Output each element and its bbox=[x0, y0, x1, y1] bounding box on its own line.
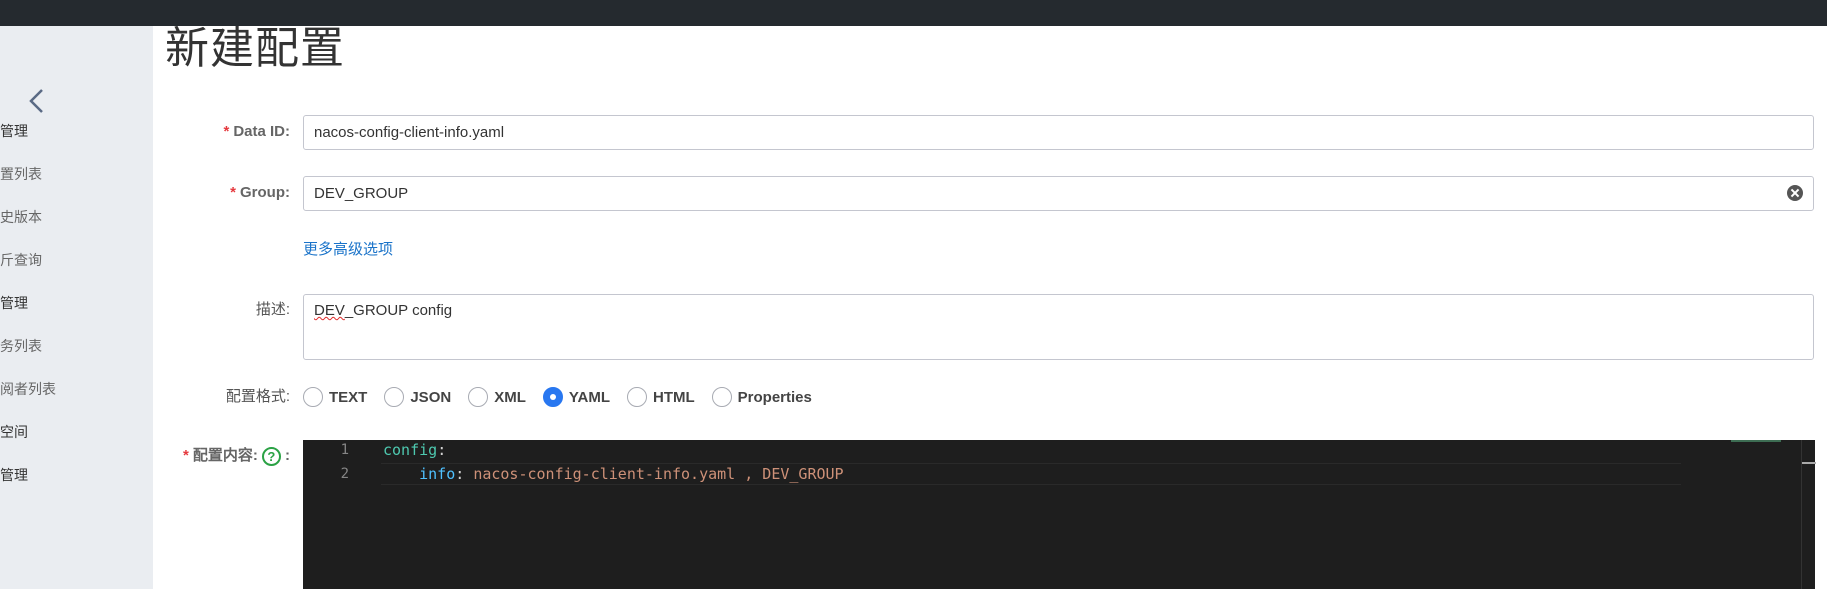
yaml-separator: : bbox=[437, 441, 447, 459]
radio-button-checked[interactable] bbox=[542, 387, 563, 407]
code-editor[interactable]: 1 2 config: info: nacos-config-client-in… bbox=[303, 440, 1816, 589]
description-value-prefix: DEV bbox=[314, 302, 345, 319]
sidebar-item-history[interactable]: 史版本 bbox=[0, 208, 42, 226]
group-label: * Group: bbox=[153, 183, 290, 203]
group-input[interactable]: DEV_GROUP bbox=[303, 176, 1814, 211]
sidebar: 管理 置列表 史版本 斤查询 管理 务列表 阅者列表 空间 管理 bbox=[0, 26, 153, 589]
yaml-key: config bbox=[383, 441, 438, 459]
line-number-gutter: 1 2 bbox=[303, 440, 378, 589]
code-line-2: info: nacos-config-client-info.yaml , DE… bbox=[383, 465, 844, 483]
format-option-text[interactable]: TEXT bbox=[303, 387, 367, 407]
data-id-value: nacos-config-client-info.yaml bbox=[314, 124, 505, 141]
data-id-input[interactable]: nacos-config-client-info.yaml bbox=[303, 115, 1814, 150]
clear-icon[interactable] bbox=[1787, 185, 1803, 201]
format-option-label: TEXT bbox=[329, 388, 368, 406]
description-textarea[interactable]: DEV_GROUP config bbox=[303, 294, 1814, 360]
content-label-colon: : bbox=[285, 447, 290, 464]
advanced-options-link[interactable]: 更多高级选项 bbox=[303, 238, 393, 259]
content-label: * 配置内容:? : bbox=[153, 446, 290, 466]
format-option-label: HTML bbox=[653, 388, 695, 406]
format-option-label: YAML bbox=[568, 388, 610, 406]
format-option-json[interactable]: JSON bbox=[384, 387, 451, 407]
sidebar-item-listener-query[interactable]: 斤查询 bbox=[0, 251, 42, 269]
format-option-html[interactable]: HTML bbox=[627, 387, 695, 407]
radio-button[interactable] bbox=[384, 387, 405, 407]
yaml-key: info bbox=[419, 465, 456, 483]
format-radio-group: TEXT JSON XML YAML HTML Properties bbox=[303, 385, 829, 409]
main-content: 新建配置 * Data ID: nacos-config-client-info.… bbox=[153, 24, 1827, 589]
sidebar-item-service-management[interactable]: 管理 bbox=[0, 294, 28, 312]
group-label-text: Group: bbox=[240, 184, 290, 201]
radio-button[interactable] bbox=[627, 387, 647, 407]
required-mark: * bbox=[182, 447, 189, 464]
sidebar-item-config-management[interactable]: 管理 bbox=[0, 122, 28, 140]
required-mark: * bbox=[230, 184, 236, 201]
data-id-label-text: Data ID: bbox=[233, 123, 290, 140]
description-label: 描述: bbox=[255, 301, 290, 318]
radio-button[interactable] bbox=[303, 387, 323, 407]
radio-button[interactable] bbox=[468, 387, 489, 407]
content-label-text: 配置内容: bbox=[192, 447, 258, 464]
format-option-label: JSON bbox=[410, 388, 452, 406]
format-label: 配置格式: bbox=[225, 388, 290, 405]
radio-button[interactable] bbox=[711, 387, 732, 407]
help-icon[interactable]: ? bbox=[261, 446, 281, 466]
format-option-label: Properties bbox=[737, 388, 812, 406]
sidebar-item-cluster-management[interactable]: 管理 bbox=[0, 466, 28, 484]
format-option-properties[interactable]: Properties bbox=[711, 387, 812, 407]
format-option-label: XML bbox=[494, 388, 526, 406]
line-number: 2 bbox=[340, 466, 349, 482]
yaml-value: nacos-config-client-info.yaml , DEV_GROU… bbox=[473, 465, 844, 483]
sidebar-item-config-list[interactable]: 置列表 bbox=[0, 165, 42, 183]
back-arrow-icon[interactable] bbox=[24, 84, 52, 118]
yaml-separator: : bbox=[455, 465, 474, 483]
required-mark: * bbox=[223, 123, 230, 140]
editor-scrollbar[interactable] bbox=[1801, 440, 1816, 589]
code-line-1: config: bbox=[383, 441, 446, 459]
sidebar-item-namespace[interactable]: 空间 bbox=[0, 423, 28, 441]
minimap[interactable] bbox=[1731, 440, 1781, 444]
sidebar-item-service-list[interactable]: 务列表 bbox=[0, 337, 42, 355]
description-value-rest: _GROUP config bbox=[344, 302, 453, 319]
sidebar-item-subscriber-list[interactable]: 阅者列表 bbox=[0, 380, 56, 398]
page-title: 新建配置 bbox=[165, 24, 345, 73]
yaml-indent bbox=[383, 465, 419, 483]
group-value: DEV_GROUP bbox=[314, 185, 409, 202]
data-id-label: * Data ID: bbox=[153, 122, 290, 142]
line-number: 1 bbox=[340, 442, 349, 458]
format-option-xml[interactable]: XML bbox=[468, 387, 526, 407]
format-option-yaml[interactable]: YAML bbox=[542, 387, 610, 407]
